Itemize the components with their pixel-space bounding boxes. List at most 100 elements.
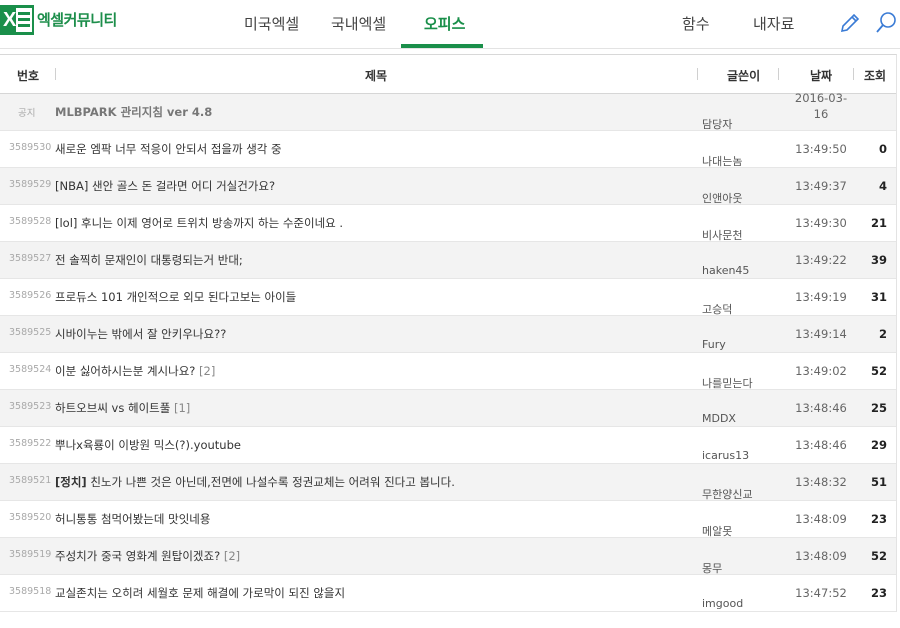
table-row[interactable]: 3589522 뿌나x육룡이 이방원 믹스(?).youtube icarus13… <box>0 427 896 464</box>
table-row[interactable]: 3589518 교실존치는 오히려 세월호 문제 해결에 가로막이 되진 않을지 … <box>0 575 896 612</box>
post-author[interactable]: MDDX <box>702 412 736 425</box>
post-title[interactable]: [lol] 후니는 이제 영어로 트위치 방송까지 하는 수준이네요 . <box>55 216 343 230</box>
post-title[interactable]: 교실존치는 오히려 세월호 문제 해결에 가로막이 되진 않을지 <box>55 586 345 600</box>
post-number: 3589529 <box>9 179 52 190</box>
logo-letter: X <box>3 9 17 31</box>
post-title[interactable]: 시바이누는 밖에서 잘 안키우나요?? <box>55 327 226 341</box>
post-title[interactable]: 전 솔찍히 문재인이 대통령되는거 반대; <box>55 253 243 267</box>
post-author[interactable]: Fury <box>702 338 726 351</box>
top-bar: X 엑셀커뮤니티 미국엑셀 국내엑셀 오피스 함수 내자료 <box>0 0 900 49</box>
post-number: 3589526 <box>9 290 52 301</box>
post-views: 4 <box>878 179 887 193</box>
post-date: 13:48:46 <box>795 438 847 452</box>
header-author: 글쓴이 <box>727 69 761 83</box>
post-date: 13:49:30 <box>795 216 847 230</box>
post-author[interactable]: 담당자 <box>702 116 732 132</box>
post-author[interactable]: 나대는놈 <box>702 153 742 169</box>
post-author[interactable]: 메알못 <box>702 523 732 539</box>
post-author[interactable]: 나를믿는다 <box>702 375 753 391</box>
post-board: 번호 제목 글쓴이 날짜 조회 공지 MLBPARK 관리지침 ver 4.8 … <box>0 54 897 612</box>
post-author[interactable]: icarus13 <box>702 449 749 462</box>
nav-office[interactable]: 오피스 <box>424 13 465 34</box>
post-number: 3589521 <box>9 475 52 486</box>
post-views: 23 <box>870 512 887 526</box>
post-date: 13:49:19 <box>795 290 847 304</box>
post-title[interactable]: 허니통통 첨먹어봤는데 맛잇네용 <box>55 512 210 526</box>
post-author[interactable]: 무한양신교 <box>702 486 753 502</box>
notice-row[interactable]: 공지 MLBPARK 관리지침 ver 4.8 담당자 2016-03-16 <box>0 91 896 132</box>
post-subject[interactable]: [NBA] 샌안 골스 돈 걸라면 어디 거실건가요? <box>55 178 275 194</box>
post-subject[interactable]: 뿌나x육룡이 이방원 믹스(?).youtube <box>55 437 241 453</box>
table-row[interactable]: 3589530 새로운 엠팍 너무 적응이 안되서 접을까 생각 중 나대는놈 13… <box>0 131 896 168</box>
post-views: 29 <box>870 438 887 452</box>
post-number: 3589527 <box>9 253 52 264</box>
comment-count[interactable]: [2] <box>199 364 215 378</box>
post-subject[interactable]: 허니통통 첨먹어봤는데 맛잇네용 <box>55 511 210 527</box>
post-subject[interactable]: 전 솔찍히 문재인이 대통령되는거 반대; <box>55 252 243 268</box>
post-author[interactable]: 몽무 <box>702 560 722 576</box>
post-subject[interactable]: 이분 싫어하시는분 계시나요? [2] <box>55 363 215 379</box>
pencil-icon[interactable] <box>838 11 862 35</box>
comment-count[interactable]: [2] <box>224 549 240 563</box>
post-author[interactable]: haken45 <box>702 264 749 277</box>
post-title[interactable]: 뿌나x육룡이 이방원 믹스(?).youtube <box>55 438 241 452</box>
table-row[interactable]: 3589523 하트오브씨 vs 헤이트풀 [1] MDDX 13:48:46 25 <box>0 390 896 427</box>
header-views: 조회 <box>864 69 887 83</box>
post-subject[interactable]: 프로듀스 101 개인적으로 외모 된다고보는 아이들 <box>55 289 296 305</box>
header-date: 날짜 <box>810 69 833 83</box>
post-subject[interactable]: [정치] 친노가 나쁜 것은 아닌데,전면에 나설수록 정권교체는 어려워 진다… <box>55 474 455 490</box>
post-number: 3589524 <box>9 364 52 375</box>
table-row[interactable]: 3589520 허니통통 첨먹어봤는데 맛잇네용 메알못 13:48:09 23 <box>0 501 896 538</box>
nav-domestic-excel[interactable]: 국내엑셀 <box>331 13 386 34</box>
post-date: 13:49:14 <box>795 327 847 341</box>
table-row[interactable]: 3589526 프로듀스 101 개인적으로 외모 된다고보는 아이들 고승덕 13… <box>0 279 896 316</box>
post-title[interactable]: 주성치가 중국 영화계 원탑이겠죠? <box>55 549 220 563</box>
table-row[interactable]: 3589527 전 솔찍히 문재인이 대통령되는거 반대; haken45 13:4… <box>0 242 896 279</box>
post-date: 13:47:52 <box>795 586 847 600</box>
post-date: 13:48:09 <box>795 549 847 563</box>
nav-functions[interactable]: 함수 <box>682 13 710 34</box>
post-number: 3589522 <box>9 438 52 449</box>
post-date: 13:49:37 <box>795 179 847 193</box>
post-subject[interactable]: 하트오브씨 vs 헤이트풀 [1] <box>55 400 190 416</box>
table-row[interactable]: 3589524 이분 싫어하시는분 계시나요? [2] 나를믿는다 13:49:02 5… <box>0 353 896 390</box>
header-subject: 제목 <box>365 69 388 83</box>
post-subject[interactable]: 새로운 엠팍 너무 적응이 안되서 접을까 생각 중 <box>55 141 282 157</box>
post-title[interactable]: 프로듀스 101 개인적으로 외모 된다고보는 아이들 <box>55 290 296 304</box>
table-row[interactable]: 3589519 주성치가 중국 영화계 원탑이겠죠? [2] 몽무 13:48:09 5… <box>0 538 896 575</box>
site-logo[interactable]: X 엑셀커뮤니티 <box>0 5 117 35</box>
table-row[interactable]: 3589525 시바이누는 밖에서 잘 안키우나요?? Fury 13:49:14 2 <box>0 316 896 353</box>
post-subject[interactable]: 시바이누는 밖에서 잘 안키우나요?? <box>55 326 226 342</box>
post-subject[interactable]: [lol] 후니는 이제 영어로 트위치 방송까지 하는 수준이네요 . <box>55 215 343 231</box>
post-title[interactable]: 친노가 나쁜 것은 아닌데,전면에 나설수록 정권교체는 어려워 진다고 봅니다… <box>87 475 455 489</box>
table-row[interactable]: 3589528 [lol] 후니는 이제 영어로 트위치 방송까지 하는 수준이네… <box>0 205 896 242</box>
post-author[interactable]: 비사문천 <box>702 227 742 243</box>
nav-my-files[interactable]: 내자료 <box>753 13 794 34</box>
board-header: 번호 제목 글쓴이 날짜 조회 <box>0 55 896 94</box>
post-author[interactable]: imgood <box>702 597 743 610</box>
comment-count[interactable]: [1] <box>174 401 190 415</box>
post-number: 3589520 <box>9 512 52 523</box>
table-row[interactable]: 3589521 [정치] 친노가 나쁜 것은 아닌데,전면에 나설수록 정권교체는… <box>0 464 896 501</box>
notice-label: 공지 <box>18 108 36 119</box>
post-subject[interactable]: MLBPARK 관리지침 ver 4.8 <box>55 104 212 120</box>
logo-text: 엑셀커뮤니티 <box>37 11 117 29</box>
post-subject[interactable]: 주성치가 중국 영화계 원탑이겠죠? [2] <box>55 548 240 564</box>
post-views: 25 <box>870 401 887 415</box>
post-title[interactable]: 이분 싫어하시는분 계시나요? <box>55 364 195 378</box>
post-title[interactable]: 하트오브씨 vs 헤이트풀 <box>55 401 170 415</box>
post-views: 2 <box>878 327 887 341</box>
post-title[interactable]: [NBA] 샌안 골스 돈 걸라면 어디 거실건가요? <box>55 179 275 193</box>
post-subject[interactable]: 교실존치는 오히려 세월호 문제 해결에 가로막이 되진 않을지 <box>55 585 345 601</box>
post-date: 13:49:02 <box>795 364 847 378</box>
post-author[interactable]: 인앤아웃 <box>702 190 742 206</box>
post-date: 13:48:09 <box>795 512 847 526</box>
nav-usa-excel[interactable]: 미국엑셀 <box>244 13 299 34</box>
search-icon[interactable] <box>874 11 898 35</box>
table-row[interactable]: 3589529 [NBA] 샌안 골스 돈 걸라면 어디 거실건가요? 인앤아웃 1… <box>0 168 896 205</box>
post-views: 52 <box>870 549 887 563</box>
post-number: 3589528 <box>9 216 52 227</box>
header-number: 번호 <box>17 69 40 83</box>
post-author[interactable]: 고승덕 <box>702 301 732 317</box>
post-title[interactable]: 새로운 엠팍 너무 적응이 안되서 접을까 생각 중 <box>55 142 282 156</box>
